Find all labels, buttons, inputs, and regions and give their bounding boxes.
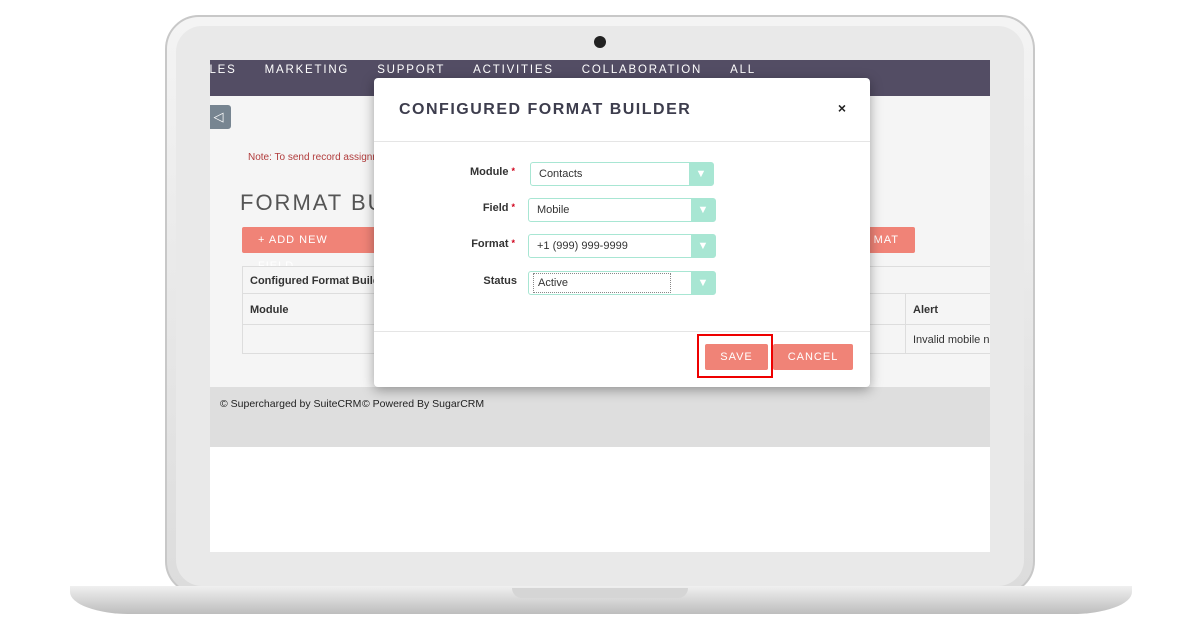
back-icon[interactable]: ◁ — [210, 105, 231, 129]
footer-suitecrm[interactable]: © Supercharged by SuiteCRM — [220, 398, 361, 410]
camera-icon — [594, 36, 606, 48]
format-row: Format * +1 (999) 999-9999 ▼ — [374, 234, 870, 258]
header-alert: Alert — [905, 294, 945, 324]
blank-area — [210, 447, 990, 552]
module-label: Module — [469, 166, 509, 178]
nav-marketing[interactable]: MARKETING — [265, 64, 350, 77]
modal-title: CONFIGURED FORMAT BUILDER — [399, 101, 692, 118]
save-button[interactable]: SAVE — [705, 344, 768, 370]
laptop-notch — [512, 588, 688, 598]
field-label: Field — [482, 202, 509, 214]
add-new-field-button[interactable]: + ADD NEW FIELD — [242, 227, 376, 272]
nav-all[interactable]: ALL — [730, 64, 756, 77]
chevron-down-icon[interactable]: ▼ — [691, 235, 715, 257]
header-module: Module — [250, 304, 289, 316]
footer-sugarcrm[interactable]: © Powered By SugarCRM — [362, 398, 484, 410]
required-mark: * — [511, 202, 515, 212]
nav-sales[interactable]: ALES — [210, 64, 237, 77]
page-title: FORMAT BU — [240, 190, 386, 215]
table-caption: Configured Format Builde — [250, 275, 386, 287]
note-text: Note: To send record assignm — [248, 152, 381, 163]
alert-cell: Invalid mobile nu — [905, 325, 990, 354]
chevron-down-icon[interactable]: ▼ — [691, 272, 715, 294]
footer: © Supercharged by SuiteCRM © Powered By … — [210, 387, 990, 447]
format-select[interactable]: +1 (999) 999-9999 ▼ — [528, 234, 716, 258]
field-row: Field * Mobile ▼ — [374, 198, 870, 222]
modal-footer-divider — [374, 331, 870, 332]
nav-activities[interactable]: ACTIVITIES — [473, 64, 554, 77]
nav-support[interactable]: SUPPORT — [377, 64, 445, 77]
field-select[interactable]: Mobile ▼ — [528, 198, 716, 222]
chevron-down-icon[interactable]: ▼ — [689, 163, 713, 185]
module-value: Contacts — [539, 168, 583, 180]
format-value: +1 (999) 999-9999 — [537, 240, 628, 252]
field-value: Mobile — [537, 204, 570, 216]
status-select[interactable]: Active ▼ — [528, 271, 716, 295]
nav-collaboration[interactable]: COLLABORATION — [582, 64, 702, 77]
required-mark: * — [511, 238, 515, 248]
status-value: Active — [533, 273, 671, 293]
module-select[interactable]: Contacts ▼ — [530, 162, 714, 186]
module-row: Module * Contacts ▼ — [374, 162, 870, 186]
status-label: Status — [483, 275, 517, 287]
required-mark: * — [511, 166, 515, 176]
close-icon[interactable]: × — [838, 100, 846, 116]
format-label: Format — [471, 238, 509, 250]
cancel-button[interactable]: CANCEL — [773, 344, 853, 370]
status-row: Status Active ▼ — [374, 271, 870, 295]
chevron-down-icon[interactable]: ▼ — [691, 199, 715, 221]
format-builder-modal: CONFIGURED FORMAT BUILDER × Module * Cont… — [374, 78, 870, 387]
